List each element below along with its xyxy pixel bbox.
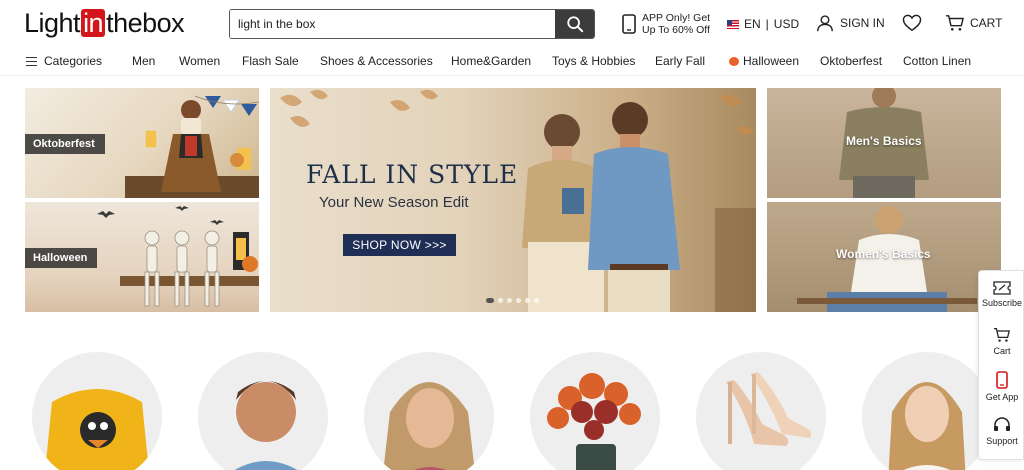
banner-oktoberfest[interactable]: Oktoberfest: [25, 88, 259, 198]
phone-icon: [996, 371, 1008, 389]
carousel-dot[interactable]: [525, 298, 530, 303]
support-button[interactable]: Support: [979, 417, 1024, 446]
hero-title: FALL IN STYLE: [306, 160, 519, 189]
carousel-dot[interactable]: [534, 298, 539, 303]
floating-sidebar: Subscribe Cart Get App Support: [978, 270, 1024, 460]
main-nav: Categories Men Women Flash Sale Shoes & …: [0, 48, 1024, 76]
phone-icon: [622, 14, 636, 34]
wishlist-button[interactable]: [902, 14, 922, 37]
man-portrait-image: [234, 381, 298, 470]
nav-categories-label: Categories: [44, 54, 103, 68]
logo-text-light: Light: [24, 7, 81, 38]
nav-item-men[interactable]: Men: [132, 54, 155, 68]
nav-item-shoes-accessories[interactable]: Shoes & Accessories: [320, 54, 433, 68]
oktoberfest-label: Oktoberfest: [25, 134, 105, 154]
category-circle[interactable]: [198, 352, 328, 470]
app-promo-line1: APP Only! Get: [642, 12, 711, 24]
category-circle[interactable]: [862, 352, 992, 470]
nav-item-halloween[interactable]: Halloween: [729, 54, 799, 68]
language-label: EN: [744, 17, 761, 31]
subscribe-label: Subscribe: [981, 298, 1023, 308]
nav-item-flash-sale[interactable]: Flash Sale: [242, 54, 299, 68]
user-icon: [817, 15, 833, 32]
ticket-icon: [993, 281, 1011, 295]
nav-item-cotton-linen[interactable]: Cotton Linen: [903, 54, 971, 68]
banner-mens-basics[interactable]: Men's Basics: [767, 88, 1001, 198]
woman-portrait-image: [383, 382, 475, 470]
logo-text-thebox: thebox: [106, 7, 185, 38]
flower-arrangement-image: [547, 373, 641, 470]
shop-now-button[interactable]: SHOP NOW >>>: [343, 234, 456, 256]
get-app-button[interactable]: Get App: [979, 371, 1024, 402]
cart-icon: [994, 327, 1011, 342]
category-circle[interactable]: [530, 352, 660, 470]
language-currency-selector[interactable]: EN | USD: [727, 17, 799, 31]
sweatshirt-image: [45, 389, 149, 470]
app-promo[interactable]: APP Only! Get Up To 60% Off: [622, 12, 710, 36]
nav-item-early-fall[interactable]: Early Fall: [655, 54, 705, 68]
sign-in-button[interactable]: SIGN IN: [816, 14, 885, 32]
nav-item-halloween-label: Halloween: [743, 54, 800, 68]
search-icon: [566, 16, 583, 33]
logo-text-in: in: [81, 8, 106, 38]
sidebar-cart-button[interactable]: Cart: [979, 327, 1024, 356]
header: Lightinthebox APP Only! Get Up To 60% Of…: [0, 0, 1024, 48]
get-app-label: Get App: [985, 392, 1019, 402]
separator: |: [765, 17, 769, 31]
banner-womens-basics[interactable]: Women's Basics: [767, 202, 1001, 312]
nav-item-oktoberfest[interactable]: Oktoberfest: [820, 54, 882, 68]
cart-icon: [946, 15, 964, 31]
category-circle[interactable]: [364, 352, 494, 470]
category-circle[interactable]: [696, 352, 826, 470]
carousel-dot[interactable]: [516, 298, 521, 303]
womens-basics-label: Women's Basics: [836, 247, 931, 261]
high-heels-image: [726, 372, 812, 446]
app-promo-text: APP Only! Get Up To 60% Off: [642, 12, 710, 36]
us-flag-icon: [727, 19, 739, 29]
search-button[interactable]: [555, 10, 594, 38]
nav-item-home-garden[interactable]: Home&Garden: [451, 54, 531, 68]
carousel-dot[interactable]: [507, 298, 512, 303]
sidebar-cart-label: Cart: [993, 346, 1011, 356]
pumpkin-icon: [729, 57, 739, 66]
carousel-dot[interactable]: [486, 298, 494, 303]
hero-banner[interactable]: FALL IN STYLE Your New Season Edit SHOP …: [270, 88, 756, 312]
headset-icon: [994, 417, 1010, 431]
banner-halloween[interactable]: Halloween: [25, 202, 259, 312]
cart-button[interactable]: CART: [945, 14, 1002, 32]
search-input[interactable]: [230, 10, 555, 38]
currency-label: USD: [773, 17, 800, 31]
nav-item-toys-hobbies[interactable]: Toys & Hobbies: [552, 54, 635, 68]
support-label: Support: [986, 436, 1018, 446]
heart-icon: [902, 14, 922, 32]
sign-in-label: SIGN IN: [840, 16, 885, 30]
subscribe-button[interactable]: Subscribe: [979, 281, 1024, 308]
logo[interactable]: Light in thebox: [24, 7, 185, 38]
menu-icon: [26, 57, 37, 66]
app-promo-line2: Up To 60% Off: [642, 24, 710, 36]
hero-subtitle: Your New Season Edit: [319, 194, 469, 211]
cart-label: CART: [970, 16, 1003, 30]
search-bar: [229, 9, 595, 39]
carousel-dots: [486, 298, 539, 303]
carousel-dot[interactable]: [498, 298, 503, 303]
bride-image: [888, 382, 966, 470]
category-circle[interactable]: [32, 352, 162, 470]
halloween-label: Halloween: [25, 248, 98, 268]
mens-basics-label: Men's Basics: [846, 134, 922, 148]
nav-item-women[interactable]: Women: [179, 54, 220, 68]
nav-categories[interactable]: Categories: [26, 54, 102, 68]
